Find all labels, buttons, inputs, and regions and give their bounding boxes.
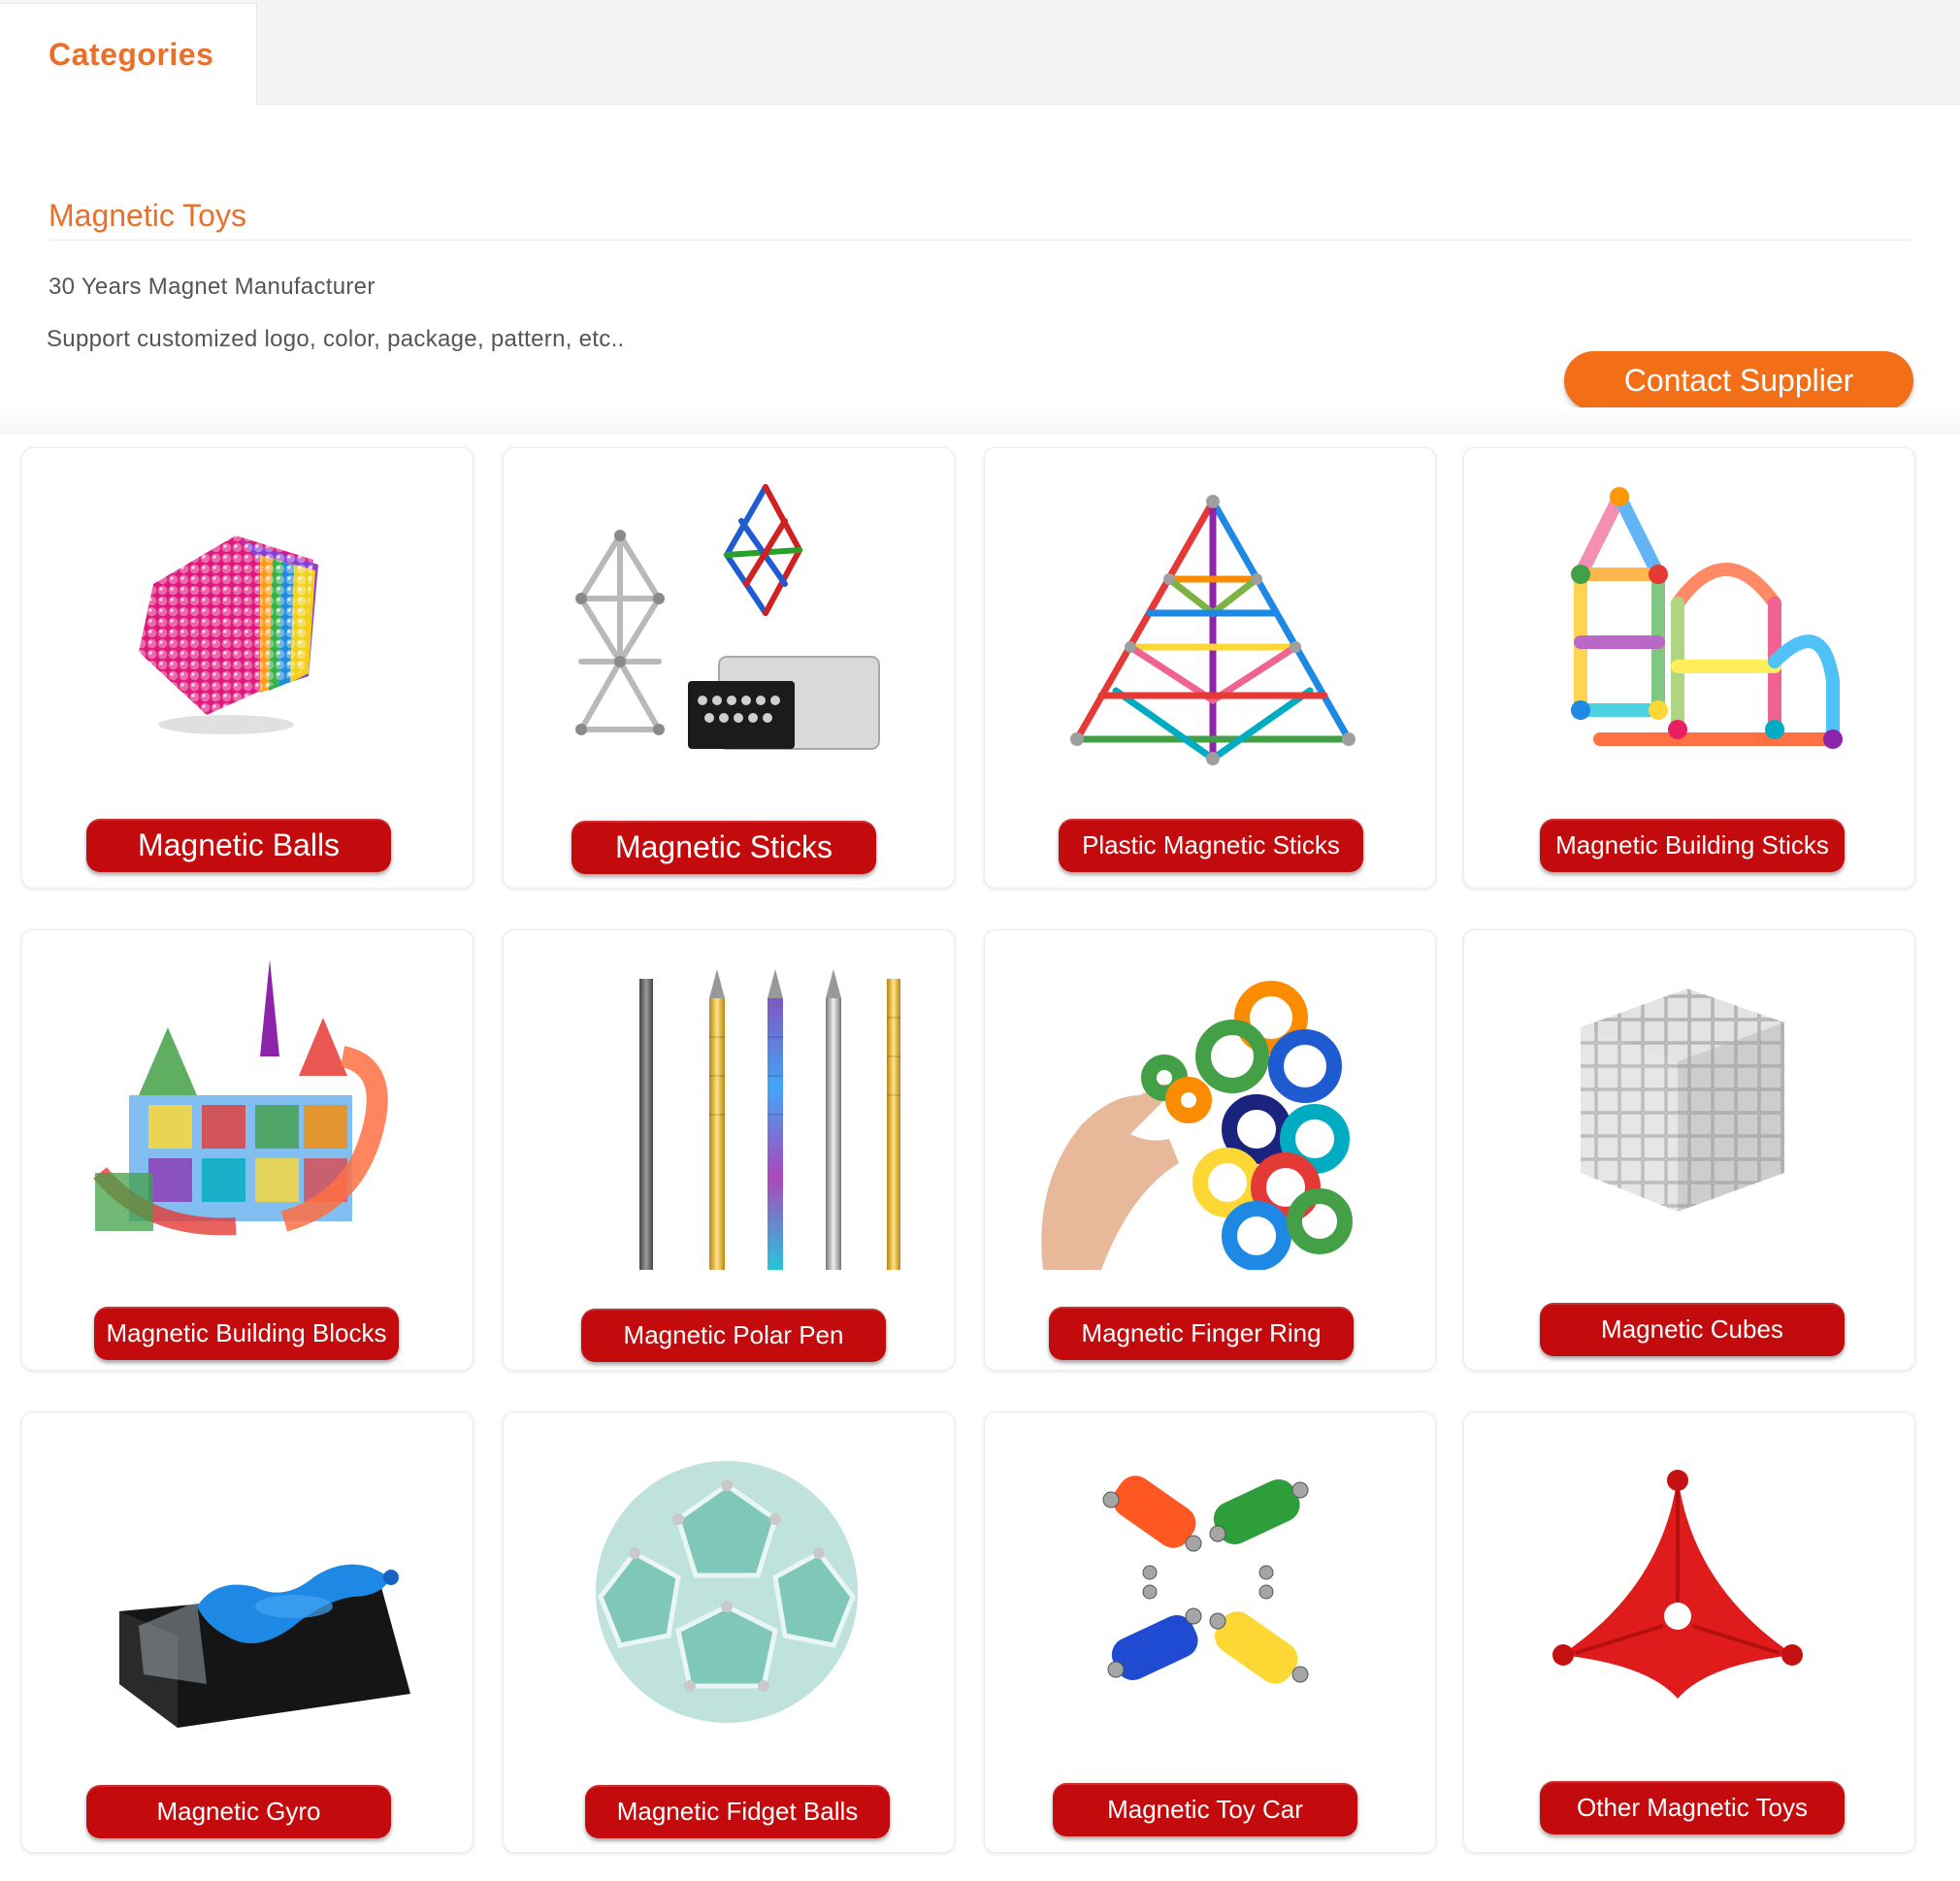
- category-card-magnetic-balls[interactable]: Magnetic Balls: [21, 447, 474, 889]
- magnetic-balls-button[interactable]: Magnetic Balls: [86, 819, 391, 872]
- magnetic-finger-ring-image: [1024, 950, 1398, 1270]
- magnetic-polar-pen-image: [542, 950, 917, 1270]
- magnetic-sticks-button[interactable]: Magnetic Sticks: [572, 821, 876, 874]
- magnetic-cubes-image: [1503, 950, 1878, 1270]
- magnetic-gyro-image: [61, 1432, 436, 1752]
- section-divider-band: [0, 407, 1960, 435]
- magnetic-building-sticks-button[interactable]: Magnetic Building Sticks: [1540, 819, 1845, 872]
- category-card-magnetic-polar-pen[interactable]: Magnetic Polar Pen: [503, 929, 955, 1371]
- tagline: 30 Years Magnet Manufacturer: [49, 274, 376, 300]
- magnetic-balls-image: [61, 468, 436, 788]
- magnetic-building-blocks-button[interactable]: Magnetic Building Blocks: [94, 1307, 399, 1360]
- magnetic-gyro-button[interactable]: Magnetic Gyro: [86, 1785, 391, 1838]
- customization-note: Support customized logo, color, package,…: [47, 326, 625, 352]
- magnetic-toy-car-button[interactable]: Magnetic Toy Car: [1053, 1783, 1357, 1836]
- category-card-magnetic-gyro[interactable]: Magnetic Gyro: [21, 1411, 474, 1853]
- magnetic-sticks-image: [542, 468, 917, 788]
- category-header: Magnetic Toys 30 Years Magnet Manufactur…: [0, 105, 1960, 435]
- tab-categories-label: Categories: [49, 37, 214, 72]
- plastic-magnetic-sticks-image: [1024, 468, 1398, 788]
- magnetic-fidget-balls-button[interactable]: Magnetic Fidget Balls: [585, 1785, 890, 1838]
- category-card-magnetic-cubes[interactable]: Magnetic Cubes: [1463, 929, 1915, 1371]
- magnetic-polar-pen-button[interactable]: Magnetic Polar Pen: [581, 1309, 886, 1362]
- category-card-magnetic-building-sticks[interactable]: Magnetic Building Sticks: [1463, 447, 1915, 889]
- category-card-magnetic-fidget-balls[interactable]: Magnetic Fidget Balls: [503, 1411, 955, 1853]
- category-title: Magnetic Toys: [49, 198, 246, 233]
- category-card-other-magnetic-toys[interactable]: Other Magnetic Toys: [1463, 1411, 1915, 1853]
- magnetic-fidget-balls-image: [542, 1432, 917, 1752]
- plastic-magnetic-sticks-button[interactable]: Plastic Magnetic Sticks: [1059, 819, 1363, 872]
- category-card-plastic-magnetic-sticks[interactable]: Plastic Magnetic Sticks: [984, 447, 1436, 889]
- category-card-magnetic-sticks[interactable]: Magnetic Sticks: [503, 447, 955, 889]
- category-card-magnetic-toy-car[interactable]: Magnetic Toy Car: [984, 1411, 1436, 1853]
- other-magnetic-toys-button[interactable]: Other Magnetic Toys: [1540, 1781, 1845, 1834]
- magnetic-building-sticks-image: [1503, 468, 1878, 788]
- magnetic-toy-car-image: [1024, 1432, 1398, 1752]
- other-magnetic-toys-image: [1503, 1432, 1878, 1752]
- magnetic-finger-ring-button[interactable]: Magnetic Finger Ring: [1049, 1307, 1354, 1360]
- tab-bar: Categories: [0, 0, 1960, 106]
- tab-categories[interactable]: Categories: [0, 3, 257, 106]
- category-card-magnetic-building-blocks[interactable]: Magnetic Building Blocks: [21, 929, 474, 1371]
- category-card-magnetic-finger-ring[interactable]: Magnetic Finger Ring: [984, 929, 1436, 1371]
- magnetic-cubes-button[interactable]: Magnetic Cubes: [1540, 1303, 1845, 1356]
- contact-supplier-button[interactable]: Contact Supplier: [1564, 351, 1913, 410]
- title-divider: [49, 240, 1911, 241]
- magnetic-building-blocks-image: [61, 950, 436, 1270]
